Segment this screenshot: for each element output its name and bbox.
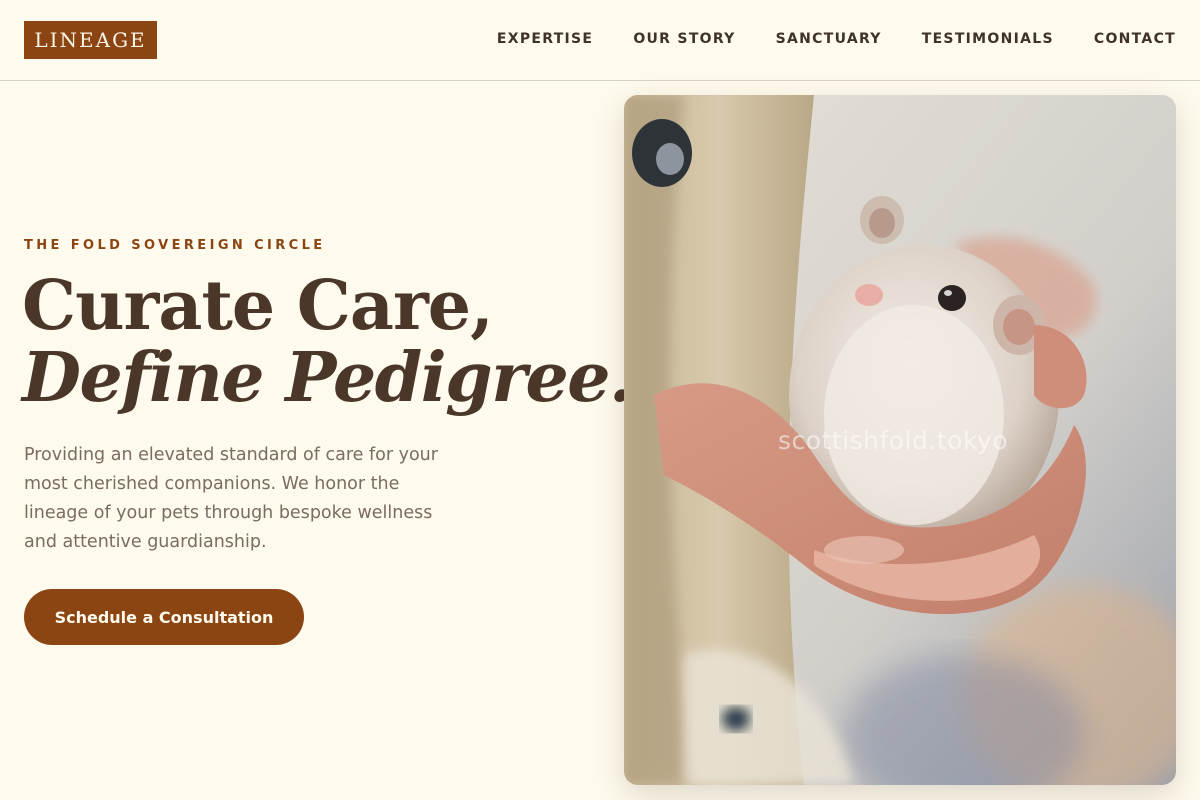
hero-photo: scottishfold.tokyo [624, 95, 1176, 785]
nav-link-testimonials[interactable]: TESTIMONIALS [922, 31, 1054, 47]
nav-link-contact[interactable]: CONTACT [1094, 31, 1176, 47]
nav-link-expertise[interactable]: EXPERTISE [497, 31, 593, 47]
hero-lead-text: Providing an elevated standard of care f… [24, 445, 438, 552]
hero-headline: Curate Care, Define Pedigree. [22, 266, 633, 418]
nav-link-sanctuary[interactable]: SANCTUARY [776, 31, 882, 47]
photo-watermark: scottishfold.tokyo [778, 426, 1009, 455]
main-nav: EXPERTISE OUR STORY SANCTUARY TESTIMONIA… [497, 31, 1176, 47]
nav-link-our-story[interactable]: OUR STORY [633, 31, 735, 47]
brand-logo[interactable]: LINEAGE [24, 21, 157, 59]
schedule-consultation-button[interactable]: Schedule a Consultation [24, 589, 304, 645]
headline-line-2: Define Pedigree. [22, 338, 633, 418]
hero-eyebrow: THE FOLD SOVEREIGN CIRCLE [24, 238, 326, 253]
headline-line-1: Curate Care, [22, 266, 494, 346]
site-header: LINEAGE EXPERTISE OUR STORY SANCTUARY TE… [0, 0, 1200, 81]
